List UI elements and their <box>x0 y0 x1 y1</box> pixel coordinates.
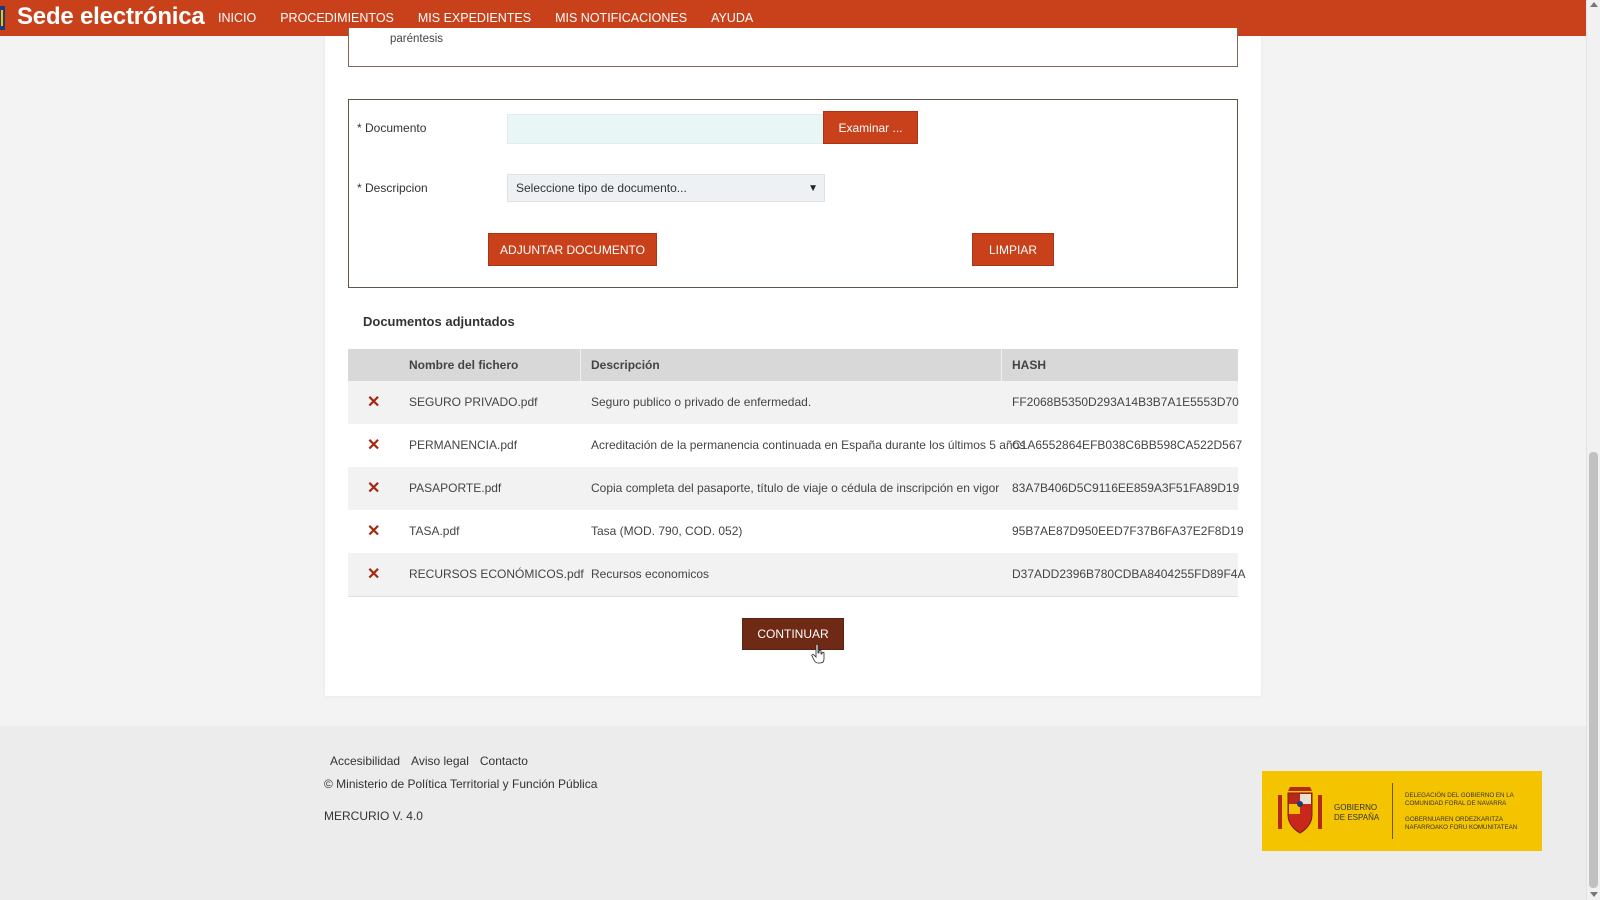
file-hash: 95B7AE87D950EED7F37B6FA37E2F8D19 <box>1012 524 1244 538</box>
footer-link-contacto[interactable]: Contacto <box>480 754 528 768</box>
clear-button[interactable]: LIMPIAR <box>972 233 1054 266</box>
table-row: ✕ TASA.pdf Tasa (MOD. 790, COD. 052) 95B… <box>348 510 1244 553</box>
description-select[interactable]: Seleccione tipo de documento... ▼ <box>507 174 825 202</box>
remove-icon[interactable]: ✕ <box>367 392 380 412</box>
nav-inicio[interactable]: INICIO <box>218 11 256 25</box>
file-name: RECURSOS ECONÓMICOS.pdf <box>409 567 584 581</box>
remove-icon[interactable]: ✕ <box>367 478 380 498</box>
table-row: ✕ SEGURO PRIVADO.pdf Seguro publico o pr… <box>348 381 1239 424</box>
site-brand[interactable]: Sede electrónica <box>17 3 205 31</box>
file-description: Acreditación de la permanencia continuad… <box>591 438 1026 452</box>
logo-ordezkaritza-text: GOBERNUAREN ORDEZKARITZA NAFARROAKO FORU… <box>1405 816 1518 831</box>
chevron-down-icon: ▼ <box>808 183 818 194</box>
nav-ayuda[interactable]: AYUDA <box>711 11 753 25</box>
remove-icon[interactable]: ✕ <box>367 521 380 541</box>
upload-form: * Documento Examinar ... * Descripcion S… <box>348 99 1238 288</box>
file-hash: 83A7B406D5C9116EE859A3F51FA89D19 <box>1012 481 1240 495</box>
column-header-hash: HASH <box>1012 358 1047 372</box>
remove-icon[interactable]: ✕ <box>367 564 380 584</box>
document-label: * Documento <box>357 121 427 135</box>
file-description: Tasa (MOD. 790, COD. 052) <box>591 524 743 538</box>
info-box: paréntesis <box>348 28 1238 67</box>
file-name: TASA.pdf <box>409 524 460 538</box>
scroll-down-icon[interactable] <box>1590 892 1598 897</box>
logo-gobierno-text: GOBIERNO DE ESPAÑA <box>1334 803 1380 822</box>
hand-cursor-icon <box>811 644 825 664</box>
table-row: ✕ PASAPORTE.pdf Copia completa del pasap… <box>348 467 1240 510</box>
browse-button[interactable]: Examinar ... <box>823 111 918 144</box>
file-hash: FF2068B5350D293A14B3B7A1E5553D70 <box>1012 395 1239 409</box>
file-description: Copia completa del pasaporte, título de … <box>591 481 1000 495</box>
file-hash: C1A6552864EFB038C6BB598CA522D567 <box>1012 438 1243 452</box>
remove-icon[interactable]: ✕ <box>367 435 380 455</box>
page-scrollbar[interactable] <box>1586 0 1600 900</box>
document-file-field[interactable] <box>507 114 825 144</box>
description-label: * Descripcion <box>357 181 428 195</box>
footer-link-aviso-legal[interactable]: Aviso legal <box>411 754 469 768</box>
logo-delegacion-text: DELEGACIÓN DEL GOBIERNO EN LA COMUNIDAD … <box>1405 792 1514 807</box>
nav-mis-expedientes[interactable]: MIS EXPEDIENTES <box>418 11 531 25</box>
government-logo: GOBIERNO DE ESPAÑA DELEGACIÓN DEL GOBIER… <box>1262 771 1542 851</box>
file-description: Recursos economicos <box>591 567 710 581</box>
nav-mis-notificaciones[interactable]: MIS NOTIFICACIONES <box>555 11 687 25</box>
table-body: ✕ SEGURO PRIVADO.pdf Seguro publico o pr… <box>348 381 1245 596</box>
file-description: Seguro publico o privado de enfermedad. <box>591 395 812 409</box>
continue-button[interactable]: CONTINUAR <box>742 618 844 650</box>
table-header: Nombre del fichero Descripción HASH <box>348 349 1238 381</box>
scrollbar-thumb[interactable] <box>1589 452 1598 888</box>
info-box-text: paréntesis <box>390 33 444 45</box>
description-select-value: Seleccione tipo de documento... <box>516 181 687 195</box>
file-name: PERMANENCIA.pdf <box>409 438 518 452</box>
attached-documents-title: Documentos adjuntados <box>363 314 515 329</box>
table-row: ✕ RECURSOS ECONÓMICOS.pdf Recursos econo… <box>348 553 1245 596</box>
column-header-description: Descripción <box>591 358 660 372</box>
flag-icon <box>0 6 5 30</box>
table-row: ✕ PERMANENCIA.pdf Acreditación de la per… <box>348 424 1242 467</box>
nav-procedimientos[interactable]: PROCEDIMIENTOS <box>280 11 394 25</box>
attached-documents-table: Nombre del fichero Descripción HASH ✕ SE… <box>348 349 1245 597</box>
scroll-up-icon[interactable] <box>1590 2 1598 7</box>
file-hash: D37ADD2396B780CDBA8404255FD89F4A <box>1012 567 1246 581</box>
footer-link-accesibilidad[interactable]: Accesibilidad <box>330 754 400 768</box>
column-header-file: Nombre del fichero <box>409 358 519 372</box>
footer-links: Accesibilidad Aviso legal Contacto <box>330 754 539 768</box>
table-divider <box>348 596 1238 597</box>
file-name: SEGURO PRIVADO.pdf <box>409 395 538 409</box>
attach-document-button[interactable]: ADJUNTAR DOCUMENTO <box>488 233 657 266</box>
footer-copyright: © Ministerio de Política Territorial y F… <box>324 777 598 791</box>
file-name: PASAPORTE.pdf <box>409 481 502 495</box>
coat-of-arms-icon <box>1278 787 1322 834</box>
footer-version: MERCURIO V. 4.0 <box>324 809 423 823</box>
